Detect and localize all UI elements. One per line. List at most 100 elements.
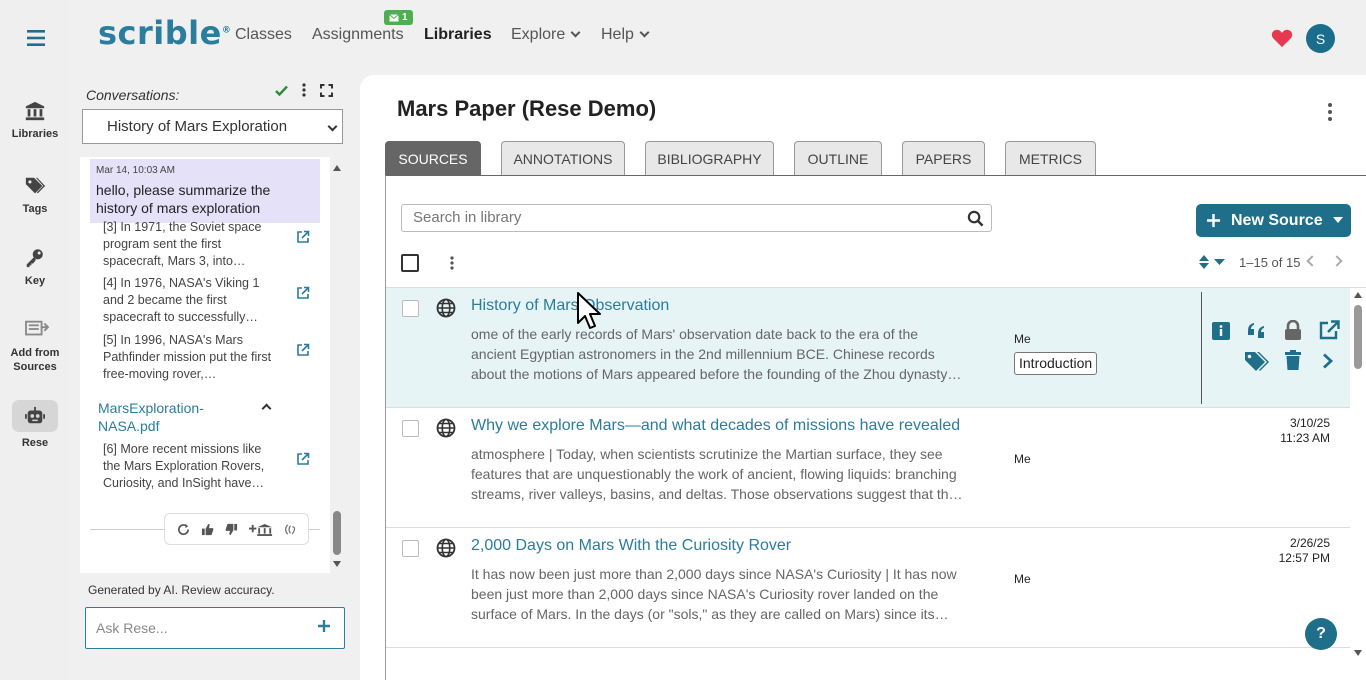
citation-item: [5] In 1996, NASA's Mars Pathfinder miss… <box>103 333 272 381</box>
hamburger-menu-icon[interactable] <box>24 26 48 50</box>
help-button[interactable]: ? <box>1305 618 1337 650</box>
source-row[interactable]: 2,000 Days on Mars With the Curiosity Ro… <box>386 528 1350 648</box>
chevron-down-icon <box>639 27 650 38</box>
external-link-icon[interactable] <box>296 452 310 466</box>
external-link-icon[interactable] <box>296 343 310 357</box>
source-title-link[interactable]: Why we explore Mars—and what decades of … <box>471 417 960 435</box>
library-icon <box>24 100 46 122</box>
conversation-tools <box>275 83 333 97</box>
external-link-icon[interactable] <box>296 286 310 300</box>
source-row[interactable]: History of Mars Observation ome of the e… <box>386 288 1350 408</box>
rail-item-tags[interactable]: Tags <box>0 175 70 215</box>
source-date: 2/26/25 12:57 PM <box>1279 536 1330 566</box>
rail-label-libraries: Libraries <box>11 128 59 140</box>
open-external-icon[interactable] <box>1319 320 1340 340</box>
more-vertical-icon[interactable] <box>450 256 454 270</box>
chevron-down-icon <box>570 27 581 38</box>
new-source-button[interactable]: New Source <box>1196 204 1351 237</box>
tags-icon[interactable] <box>1244 350 1270 372</box>
more-vertical-icon[interactable] <box>1328 103 1332 121</box>
nav-link-help[interactable]: Help <box>601 26 650 44</box>
tab-outline[interactable]: OUTLINE <box>794 141 882 176</box>
top-nav: scrible® Classes 1 Assignments Libraries… <box>70 0 1366 75</box>
caret-down-icon[interactable] <box>1333 217 1343 223</box>
tab-annotations[interactable]: ANNOTATIONS <box>501 141 625 176</box>
heart-icon[interactable] <box>1271 28 1293 48</box>
chevron-right-icon[interactable] <box>1322 353 1334 369</box>
citation-item: [3] In 1971, the Soviet space program se… <box>103 220 262 268</box>
source-file-link[interactable]: MarsExploration-NASA.pdf <box>98 399 238 435</box>
library-search-input[interactable]: Search in library <box>401 204 992 232</box>
message-actions-bar <box>164 513 309 545</box>
robot-icon <box>12 400 58 432</box>
rail-item-libraries[interactable]: Libraries <box>0 100 70 140</box>
thumbs-down-icon[interactable] <box>225 523 238 536</box>
external-link-icon[interactable] <box>296 230 310 244</box>
chevron-right-icon[interactable] <box>1331 255 1343 267</box>
more-vertical-icon[interactable] <box>302 83 306 97</box>
tab-sources[interactable]: SOURCES <box>385 141 481 176</box>
nav-link-explore[interactable]: Explore <box>511 26 581 44</box>
source-date-day: 2/26/25 <box>1289 536 1330 550</box>
user-avatar[interactable]: S <box>1306 24 1335 53</box>
assignments-badge-count: 1 <box>402 12 408 23</box>
chevron-left-icon[interactable] <box>1306 255 1318 267</box>
source-date-time: 11:23 AM <box>1280 431 1330 445</box>
trash-icon[interactable] <box>1284 350 1302 371</box>
plus-icon[interactable] <box>316 618 332 634</box>
check-icon[interactable] <box>275 85 288 96</box>
source-title-link[interactable]: History of Mars Observation <box>471 297 669 315</box>
message-text: hello, please summarize the history of m… <box>96 182 271 216</box>
nav-link-libraries[interactable]: Libraries <box>424 26 492 44</box>
plus-icon <box>1206 213 1221 228</box>
lock-icon[interactable] <box>1284 320 1302 340</box>
scrible-logo[interactable]: scrible® <box>98 14 231 52</box>
rail-item-key[interactable]: Key <box>0 247 70 287</box>
read-aloud-icon[interactable] <box>284 523 297 536</box>
globe-icon <box>436 298 456 318</box>
rese-chat-panel: Conversations: History of Mars Explorati… <box>70 75 360 680</box>
row-checkbox[interactable] <box>402 300 419 317</box>
rail-item-rese[interactable]: Rese <box>0 400 70 449</box>
source-owner: Me <box>1014 452 1031 466</box>
ask-rese-input[interactable]: Ask Rese... <box>85 607 345 649</box>
rail-label-rese: Rese <box>21 437 49 449</box>
source-row[interactable]: Why we explore Mars—and what decades of … <box>386 408 1350 528</box>
tab-metrics[interactable]: METRICS <box>1005 141 1096 176</box>
nav-link-assignments[interactable]: Assignments <box>312 26 404 44</box>
user-message-bubble: Mar 14, 10:03 AM hello, please summarize… <box>90 159 320 223</box>
tab-papers[interactable]: PAPERS <box>902 141 985 176</box>
rail-item-add-from-sources[interactable]: Add from Sources <box>0 318 70 374</box>
source-snippet: ome of the early records of Mars' observ… <box>471 326 962 382</box>
regenerate-icon[interactable] <box>177 523 190 536</box>
source-date-time: 12:57 PM <box>1278 551 1330 565</box>
nav-link-classes[interactable]: Classes <box>235 26 292 44</box>
source-title-link[interactable]: 2,000 Days on Mars With the Curiosity Ro… <box>471 537 791 555</box>
thumbs-up-icon[interactable] <box>201 523 214 536</box>
search-icon[interactable] <box>967 210 984 227</box>
info-icon[interactable] <box>1212 322 1230 340</box>
row-checkbox[interactable] <box>402 420 419 437</box>
select-all-checkbox[interactable] <box>401 254 419 272</box>
tab-bibliography[interactable]: BIBLIOGRAPHY <box>645 141 774 176</box>
chat-scrollbar[interactable] <box>332 161 342 571</box>
row-checkbox[interactable] <box>402 540 419 557</box>
assignments-badge: 1 <box>384 10 413 25</box>
add-from-sources-icon <box>24 318 50 340</box>
quote-icon[interactable] <box>1246 322 1268 338</box>
globe-icon <box>436 538 456 558</box>
add-to-library-icon[interactable] <box>248 523 273 536</box>
rail-label-key: Key <box>24 275 46 287</box>
chevron-up-icon[interactable] <box>261 403 272 414</box>
source-owner: Me <box>1014 332 1031 346</box>
citation-item: [4] In 1976, NASA's Viking 1 and 2 becam… <box>103 276 260 324</box>
conversation-select[interactable]: History of Mars Exploration <box>82 109 343 144</box>
expand-icon[interactable] <box>320 83 333 97</box>
sources-scroll-thumb[interactable] <box>1354 305 1362 369</box>
source-tag[interactable]: Introduction <box>1014 352 1098 375</box>
sort-icon[interactable] <box>1198 254 1226 270</box>
envelope-icon <box>389 13 399 21</box>
chat-messages[interactable]: Mar 14, 10:03 AM hello, please summarize… <box>80 157 330 573</box>
logo-text: scrible <box>98 14 222 52</box>
chat-scroll-thumb[interactable] <box>333 511 341 555</box>
